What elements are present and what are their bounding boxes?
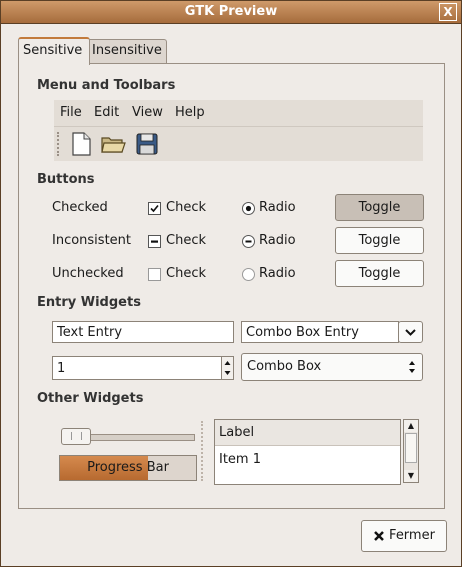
toggle-button-inconsistent[interactable]: Toggle (335, 227, 424, 254)
text-entry-field[interactable]: Text Entry (52, 321, 234, 343)
check-mark-icon (150, 204, 159, 213)
row-label-checked: Checked (52, 200, 108, 215)
chevron-down-icon (405, 329, 416, 336)
radio-unchecked[interactable] (242, 268, 255, 281)
tab-insensitive[interactable]: Insensitive (87, 39, 167, 63)
window-title: GTK Preview (184, 4, 278, 19)
checkbox-inconsistent[interactable] (148, 235, 161, 248)
scroll-thumb[interactable] (405, 433, 417, 463)
tree-view[interactable]: Label Item 1 (214, 419, 401, 485)
title-bar: GTK Preview X (1, 1, 461, 24)
checkbox-label: Check (166, 233, 206, 248)
combo-entry-dropdown-button[interactable] (398, 321, 423, 343)
toolbar-grip[interactable] (57, 132, 63, 156)
toggle-button-checked[interactable]: Toggle (335, 194, 424, 221)
section-title-buttons: Buttons (37, 172, 95, 187)
spin-arrows[interactable] (221, 356, 234, 380)
spin-button-field[interactable]: 1 (52, 356, 222, 380)
close-icon (374, 530, 384, 541)
toggle-button-unchecked[interactable]: Toggle (335, 260, 424, 287)
app-window: GTK Preview X Sensitive Insensitive Menu… (0, 0, 462, 567)
open-folder-icon[interactable] (100, 131, 126, 157)
combo-box-value: Combo Box (247, 359, 322, 374)
close-dialog-button[interactable]: Fermer (361, 520, 447, 552)
radio-label: Radio (259, 266, 296, 281)
tree-column-header[interactable]: Label (215, 420, 400, 446)
section-title-other: Other Widgets (37, 391, 144, 406)
window-close-button[interactable]: X (439, 3, 457, 21)
tab-sensitive[interactable]: Sensitive (18, 37, 90, 65)
radio-checked[interactable] (242, 202, 255, 215)
radio-label: Radio (259, 233, 296, 248)
checkbox-label: Check (166, 266, 206, 281)
progress-bar: Progress Bar (59, 455, 197, 481)
radio-dot-icon (245, 205, 252, 212)
row-label-unchecked: Unchecked (52, 266, 124, 281)
radio-inconsistent[interactable] (242, 235, 255, 248)
progress-label: Progress Bar (87, 460, 169, 475)
menu-item-edit[interactable]: Edit (94, 105, 119, 120)
combo-box[interactable]: Combo Box (241, 353, 423, 381)
checkbox-checked[interactable] (148, 202, 161, 215)
checkbox-label: Check (166, 200, 206, 215)
slider-grip-icon (71, 432, 82, 440)
up-down-arrows-icon (409, 361, 415, 373)
save-floppy-icon[interactable] (134, 131, 160, 157)
dash-mark-icon (245, 240, 252, 243)
menu-item-help[interactable]: Help (175, 105, 205, 120)
close-button-label: Fermer (389, 528, 435, 543)
vertical-scrollbar[interactable]: ▲ ▼ (403, 419, 419, 483)
menu-item-file[interactable]: File (60, 105, 82, 120)
scroll-up-icon[interactable]: ▲ (404, 420, 418, 432)
section-title-menus: Menu and Toolbars (37, 78, 176, 93)
row-label-inconsistent: Inconsistent (52, 233, 132, 248)
scroll-down-icon[interactable]: ▼ (404, 470, 418, 482)
new-document-icon[interactable] (68, 131, 94, 157)
toolbar (54, 127, 423, 161)
pane-separator (201, 421, 207, 481)
tree-item[interactable]: Item 1 (219, 452, 261, 467)
menu-item-view[interactable]: View (132, 105, 163, 120)
checkbox-unchecked[interactable] (148, 268, 161, 281)
radio-label: Radio (259, 200, 296, 215)
slider-handle[interactable] (61, 428, 91, 445)
spin-up-down-icon (224, 361, 231, 375)
menu-bar: File Edit View Help (54, 100, 423, 127)
dash-mark-icon (151, 240, 158, 243)
section-title-entries: Entry Widgets (37, 295, 141, 310)
combo-entry-field[interactable]: Combo Box Entry (241, 321, 399, 343)
